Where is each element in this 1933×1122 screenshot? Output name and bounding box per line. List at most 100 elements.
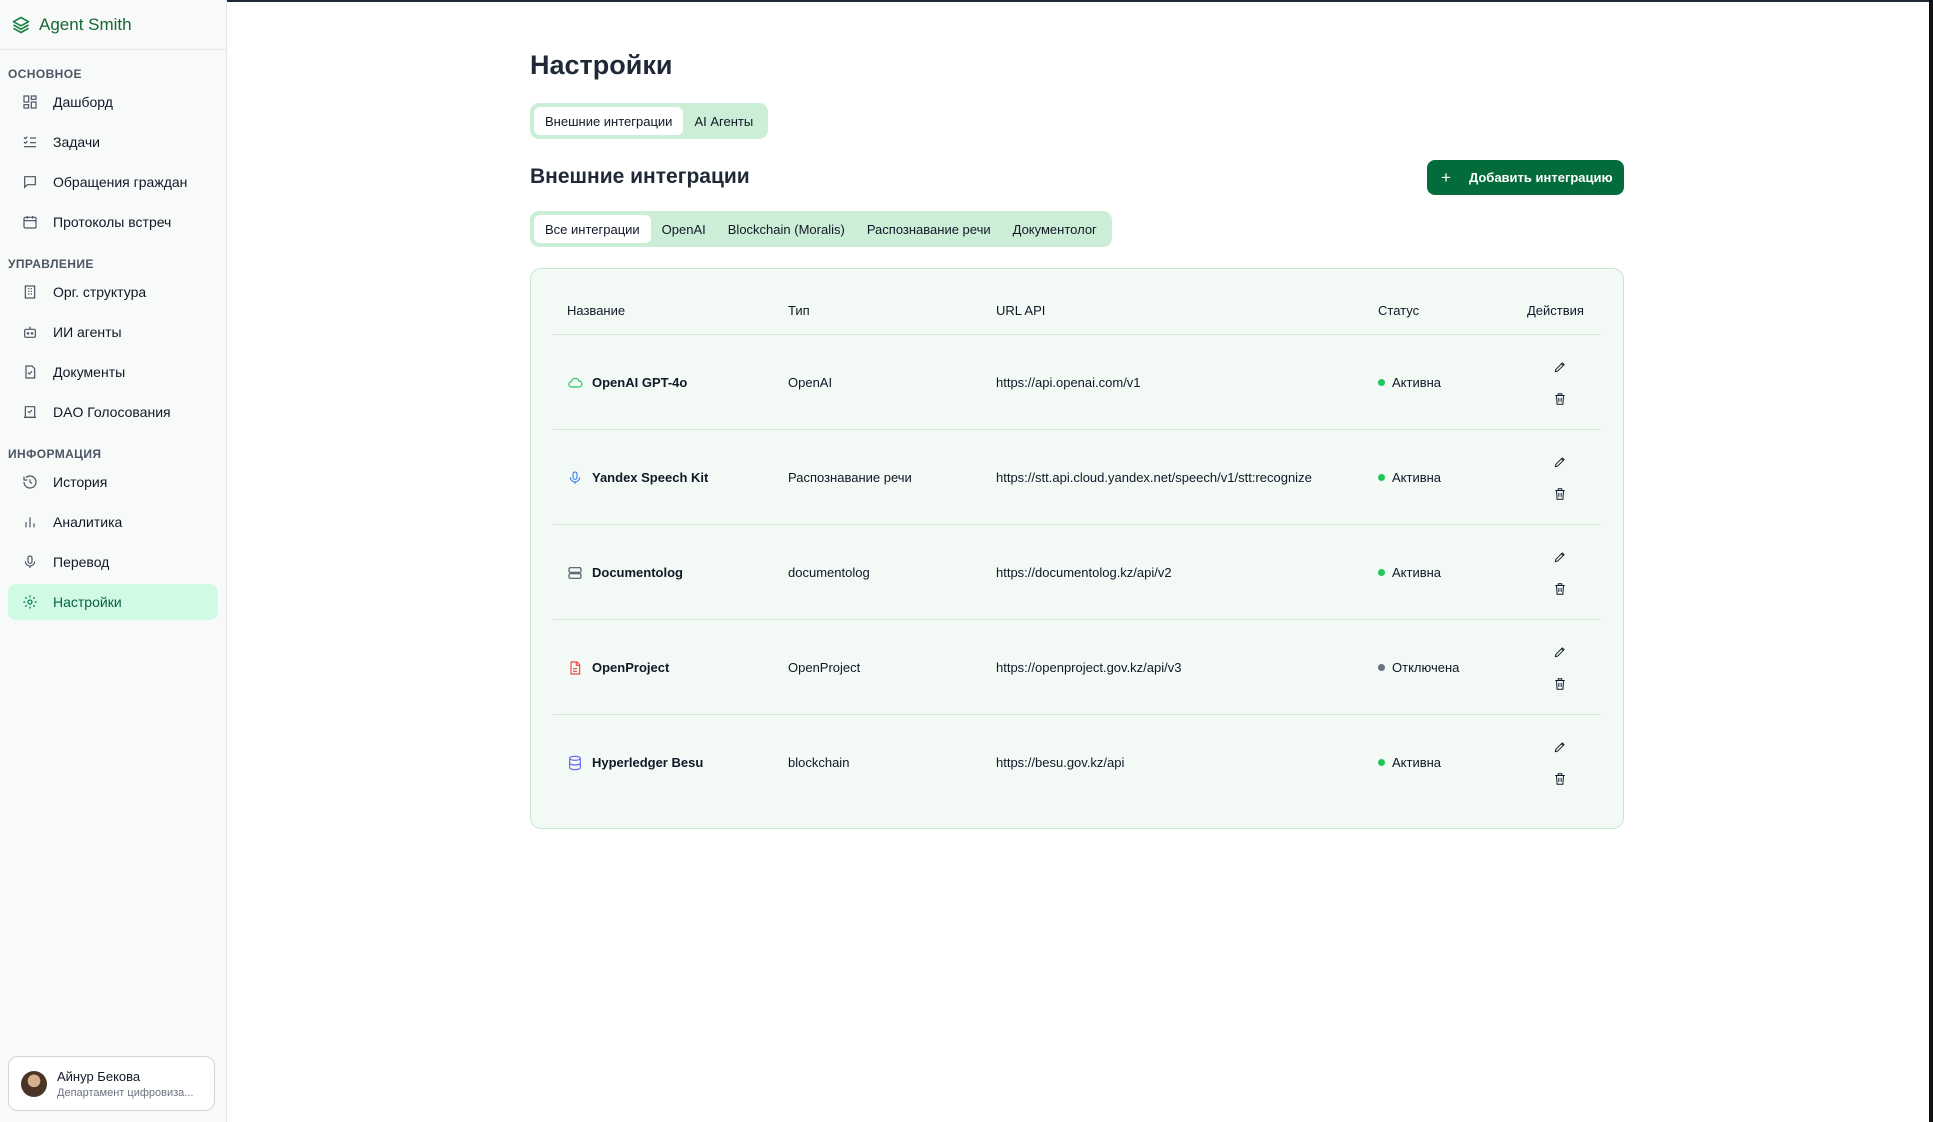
edit-icon[interactable] <box>1553 360 1567 374</box>
sidebar-item-label: DAO Голосования <box>53 404 171 420</box>
history-icon <box>23 475 37 489</box>
edit-icon[interactable] <box>1553 550 1567 564</box>
column-header-url: URL API <box>996 303 1046 318</box>
status-dot <box>1378 759 1385 766</box>
integration-url: https://besu.gov.kz/api <box>996 755 1125 770</box>
filter-all[interactable]: Все интеграции <box>534 215 651 243</box>
status-badge: Активна <box>1392 565 1442 580</box>
status-dot <box>1378 474 1385 481</box>
integration-url: https://stt.api.cloud.yandex.net/speech/… <box>996 470 1312 485</box>
sidebar-item-documents[interactable]: Документы <box>8 354 218 390</box>
table-row: OpenProject OpenProject https://openproj… <box>553 620 1601 715</box>
microphone-icon <box>24 555 36 568</box>
integration-filter-tabs: Все интеграции OpenAI Blockchain (Morali… <box>530 211 1112 247</box>
sidebar-item-dao-voting[interactable]: DAO Голосования <box>8 394 218 430</box>
brand[interactable]: Agent Smith <box>0 0 226 50</box>
trash-icon[interactable] <box>1553 582 1567 596</box>
status-dot <box>1378 569 1385 576</box>
edit-icon[interactable] <box>1553 740 1567 754</box>
column-header-status: Статус <box>1378 303 1420 318</box>
tab-ai-agents[interactable]: AI Агенты <box>683 107 764 135</box>
window-edge <box>1929 0 1933 1122</box>
sidebar-item-label: ИИ агенты <box>53 324 122 340</box>
integration-url: https://documentolog.kz/api/v2 <box>996 565 1172 580</box>
cloud-icon <box>568 377 583 388</box>
edit-icon[interactable] <box>1553 455 1567 469</box>
sidebar-item-translation[interactable]: Перевод <box>8 544 218 580</box>
page-title: Настройки <box>530 50 673 80</box>
sidebar-item-label: История <box>53 474 108 490</box>
sidebar-item-analytics[interactable]: Аналитика <box>8 504 218 540</box>
status-badge: Активна <box>1392 470 1442 485</box>
filter-speech[interactable]: Распознавание речи <box>856 215 1002 243</box>
integration-type: documentolog <box>788 565 870 580</box>
integrations-table: Название Тип URL API Статус Действия Ope… <box>530 268 1624 829</box>
column-header-name: Название <box>567 303 626 318</box>
user-profile-card[interactable]: Айнур Бекова Департамент цифровиза... <box>8 1056 215 1111</box>
sidebar-item-protocols[interactable]: Протоколы встреч <box>8 204 218 240</box>
status-badge: Отключена <box>1392 660 1460 675</box>
sidebar-item-label: Настройки <box>53 594 122 610</box>
user-name: Айнур Бекова <box>57 1068 141 1084</box>
sidebar-item-label: Протоколы встреч <box>53 214 172 230</box>
table-row: Hyperledger Besu blockchain https://besu… <box>553 715 1601 810</box>
add-integration-label: Добавить интеграцию <box>1468 170 1613 185</box>
integration-name: OpenAI GPT-4o <box>592 375 688 390</box>
trash-icon[interactable] <box>1553 677 1567 691</box>
sidebar-section-title: ИНФОРМАЦИЯ <box>8 447 102 461</box>
top-border <box>0 0 1933 2</box>
bar-chart-icon <box>25 517 35 528</box>
sidebar-item-label: Орг. структура <box>53 284 147 300</box>
server-icon <box>568 566 582 579</box>
integration-type: OpenAI <box>788 375 833 390</box>
file-text-icon <box>570 660 581 675</box>
plus-icon: + <box>1441 168 1451 187</box>
integration-url: https://openproject.gov.kz/api/v3 <box>996 660 1182 675</box>
bot-icon <box>24 326 36 338</box>
sidebar-item-tasks[interactable]: Задачи <box>8 124 218 160</box>
sidebar-item-label: Аналитика <box>53 514 123 530</box>
sidebar-item-history[interactable]: История <box>8 464 218 500</box>
avatar <box>21 1070 47 1097</box>
integration-name: Yandex Speech Kit <box>592 470 709 485</box>
sidebar-item-settings[interactable]: Настройки <box>8 584 218 620</box>
status-dot <box>1378 664 1385 671</box>
sidebar-section-title: ОСНОВНОЕ <box>8 67 82 81</box>
sidebar-item-label: Документы <box>53 364 126 380</box>
sidebar-item-org-structure[interactable]: Орг. структура <box>8 274 218 310</box>
sidebar-item-appeals[interactable]: Обращения граждан <box>8 164 218 200</box>
status-dot <box>1378 379 1385 386</box>
edit-icon[interactable] <box>1553 645 1567 659</box>
settings-tabs: Внешние интеграции AI Агенты <box>530 103 769 139</box>
filter-openai[interactable]: OpenAI <box>651 215 717 243</box>
table-header: Название Тип URL API Статус Действия <box>553 303 1601 335</box>
document-icon <box>25 365 36 379</box>
column-header-type: Тип <box>788 303 810 318</box>
trash-icon[interactable] <box>1553 772 1567 786</box>
user-department: Департамент цифровиза... <box>57 1086 194 1099</box>
sidebar-item-ai-agents[interactable]: ИИ агенты <box>8 314 218 350</box>
status-badge: Активна <box>1392 755 1442 770</box>
microphone-icon <box>569 470 581 484</box>
sidebar-item-dashboard[interactable]: Дашборд <box>8 84 218 120</box>
column-header-actions: Действия <box>1527 303 1584 318</box>
integration-name: OpenProject <box>592 660 670 675</box>
integration-url: https://api.openai.com/v1 <box>996 375 1141 390</box>
integration-type: OpenProject <box>788 660 861 675</box>
trash-icon[interactable] <box>1553 487 1567 501</box>
add-integration-button[interactable]: + Добавить интеграцию <box>1427 160 1624 195</box>
integration-type: blockchain <box>788 755 850 770</box>
integration-type: Распознавание речи <box>788 470 912 485</box>
sidebar-item-label: Задачи <box>53 134 101 150</box>
sidebar-item-label: Перевод <box>53 554 110 570</box>
integration-name: Hyperledger Besu <box>592 755 704 770</box>
database-icon <box>569 755 581 770</box>
tab-external-integrations[interactable]: Внешние интеграции <box>534 107 684 135</box>
gear-icon <box>23 595 37 609</box>
filter-documentolog[interactable]: Документолог <box>1002 215 1108 243</box>
sidebar-item-label: Дашборд <box>53 94 113 110</box>
trash-icon[interactable] <box>1553 392 1567 406</box>
filter-blockchain[interactable]: Blockchain (Moralis) <box>717 215 856 243</box>
table-row: Yandex Speech Kit Распознавание речи htt… <box>553 430 1601 525</box>
list-check-icon <box>23 136 36 148</box>
